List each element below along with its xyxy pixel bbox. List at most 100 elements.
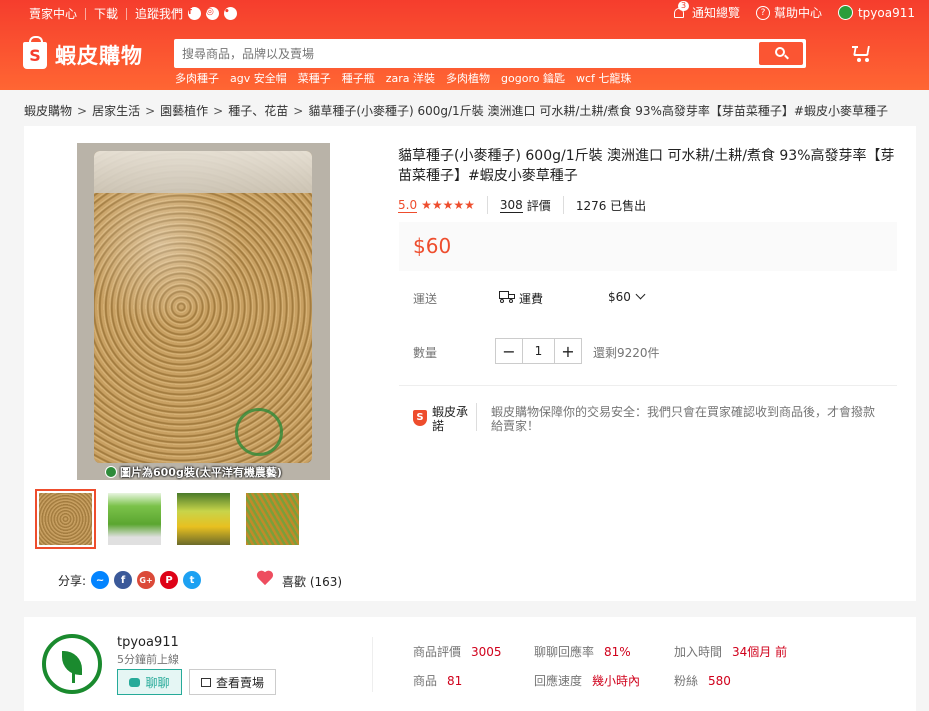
search-input[interactable] [182, 44, 742, 64]
user-avatar[interactable] [837, 5, 853, 20]
search-hint[interactable]: gogoro 鑰匙 [501, 70, 565, 86]
stat-value: 34個月 前 [732, 645, 788, 659]
view-shop-button[interactable]: 查看賣場 [189, 669, 276, 695]
stock-count: 還剩9220件 [593, 346, 660, 360]
quantity-input[interactable]: 1 [522, 339, 555, 363]
chevron-down-icon [635, 289, 646, 300]
search-hint[interactable]: zara 洋裝 [386, 70, 435, 86]
shipping-fee-label: 運費 [519, 292, 544, 306]
cart-icon[interactable] [852, 43, 872, 63]
stat-label: 商品 [413, 674, 438, 688]
star-rating-icon: ★★★★★ [421, 198, 475, 212]
price: $60 [413, 234, 452, 258]
brand-name: 蝦皮購物 [55, 44, 143, 68]
divider [476, 403, 477, 431]
pinterest-icon[interactable]: P [160, 571, 179, 589]
stat-value: 81 [447, 674, 463, 688]
search-hint[interactable]: 多肉植物 [446, 70, 490, 86]
rating-count[interactable]: 308 [499, 198, 523, 213]
stat-value: 81% [604, 645, 631, 659]
line-icon[interactable]: • [224, 7, 238, 20]
search-hint[interactable]: 菜種子 [298, 70, 331, 86]
seller-stat: 回應速度 幾小時內 [534, 672, 640, 689]
product-title: 貓草種子(小麥種子) 600g/1斤裝 澳洲進口 可水耕/土耕/煮食 93%高發… [398, 148, 895, 184]
shipping-fee-dropdown[interactable]: $60 [608, 289, 646, 304]
shield-icon: S [413, 410, 427, 426]
stat-label: 商品評價 [413, 645, 462, 659]
shop-icon [200, 677, 211, 687]
increase-button[interactable]: + [555, 339, 581, 363]
product-main-image[interactable] [77, 143, 330, 480]
breadcrumb: 蝦皮購物 > 居家生活 > 園藝植作 > 種子、花苗 > 貓草種子(小麥種子) … [24, 102, 888, 119]
thumbnail-4[interactable] [242, 489, 303, 549]
share-row: 分享: ~ f G+ P t [58, 571, 202, 589]
seller-stat[interactable]: 商品評價 3005 [413, 643, 502, 660]
decrease-button[interactable]: − [496, 339, 522, 363]
seller-stat: 聊聊回應率 81% [534, 643, 631, 660]
download-link[interactable]: 下載 [94, 5, 118, 22]
help-center-link[interactable]: 幫助中心 [774, 4, 822, 21]
quantity-label: 數量 [413, 346, 438, 360]
guarantee-text: 蝦皮購物保障你的交易安全：我們只會在買家確認收到商品後，才會撥款給賣家！ [491, 405, 876, 433]
quantity-stepper: − 1 + [495, 338, 582, 364]
notification-badge: 3 [677, 0, 690, 11]
seed-bag-photo [94, 151, 312, 463]
guarantee-title[interactable]: 蝦皮承諾 [432, 405, 472, 433]
seller-name[interactable]: tpyoa911 [117, 635, 179, 650]
bell-icon[interactable]: 3 [672, 0, 690, 20]
divider [399, 385, 897, 386]
image-caption: 圖片為600g裝(太平洋有機農藝) [105, 464, 282, 480]
facebook-share-icon[interactable]: f [114, 571, 133, 589]
thumbnail-2[interactable] [104, 489, 165, 549]
image-caption-text: 圖片為600g裝(太平洋有機農藝) [120, 466, 282, 479]
divider [126, 7, 128, 20]
chat-label: 聊聊 [145, 675, 170, 690]
follow-us-label: 追蹤我們 [135, 7, 184, 21]
rating-score[interactable]: 5.0 [398, 198, 418, 213]
messenger-icon[interactable]: ~ [91, 571, 110, 589]
chevron-right-icon: > [145, 103, 156, 118]
chat-icon [129, 677, 141, 687]
likes-count[interactable]: 喜歡 (163) [282, 573, 342, 590]
twitter-icon[interactable]: t [183, 571, 202, 589]
facebook-icon[interactable]: f [188, 7, 202, 20]
notifications-link[interactable]: 通知總覽 [692, 4, 740, 21]
seller-stat: 粉絲 580 [674, 672, 731, 689]
shopping-bag-icon: S [23, 35, 47, 69]
username[interactable]: tpyoa911 [858, 6, 915, 20]
seller-active-status: 5分鐘前上線 [117, 653, 179, 666]
help-icon[interactable]: ? [755, 5, 770, 20]
search-bar [174, 39, 806, 68]
shopee-logo[interactable]: S 蝦皮購物 [23, 35, 143, 70]
leaf-icon [105, 466, 117, 478]
view-shop-label: 查看賣場 [215, 675, 264, 690]
search-hint[interactable]: agv 安全帽 [230, 70, 287, 86]
search-button[interactable] [759, 42, 803, 65]
seller-stat: 加入時間 34個月 前 [674, 643, 787, 660]
thumbnail-1[interactable] [35, 489, 96, 549]
breadcrumb-item[interactable]: 居家生活 [92, 102, 140, 119]
search-hint[interactable]: 多肉種子 [175, 70, 219, 86]
search-hint[interactable]: wcf 七龍珠 [576, 70, 631, 86]
instagram-icon[interactable]: ◎ [206, 7, 220, 20]
heart-icon[interactable] [256, 571, 274, 587]
chevron-right-icon: > [213, 103, 224, 118]
stat-value: 580 [708, 674, 731, 688]
search-hint[interactable]: 種子瓶 [342, 70, 375, 86]
rating-row: 5.0 ★★★★★ 308 評價 1276 已售出 [398, 196, 646, 214]
breadcrumb-item[interactable]: 種子、花苗 [228, 102, 288, 119]
breadcrumb-item[interactable]: 蝦皮購物 [24, 102, 72, 119]
thumbnail-3[interactable] [173, 489, 234, 549]
truck-icon [499, 290, 516, 303]
header: 賣家中心 下載 追蹤我們 f ◎ • 3 通知總覽 ? 幫助中心 tpyoa91… [0, 0, 929, 90]
sold-count: 1276 已售出 [575, 198, 647, 213]
seller-avatar[interactable] [42, 634, 102, 694]
thumbnail-strip [35, 489, 311, 549]
seller-stat[interactable]: 商品 81 [413, 672, 462, 689]
google-plus-icon[interactable]: G+ [137, 571, 156, 589]
seller-center-link[interactable]: 賣家中心 [29, 5, 77, 22]
share-label: 分享: [58, 573, 87, 588]
chat-button[interactable]: 聊聊 [117, 669, 182, 695]
logo-stamp [235, 408, 283, 456]
breadcrumb-item[interactable]: 園藝植作 [160, 102, 208, 119]
